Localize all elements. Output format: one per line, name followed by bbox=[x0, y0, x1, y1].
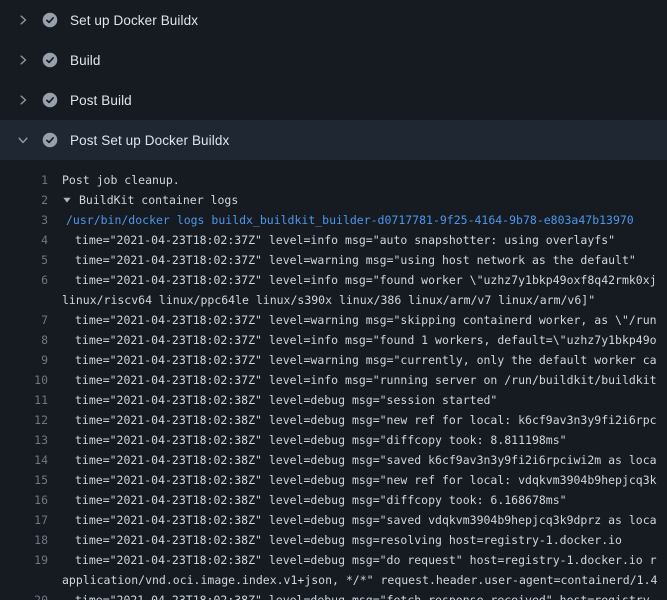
log-text: time="2021-04-23T18:02:37Z" level=info m… bbox=[62, 370, 667, 390]
line-number[interactable]: 9 bbox=[0, 350, 48, 370]
step-title: Post Build bbox=[70, 93, 132, 108]
log-row: 13 time="2021-04-23T18:02:38Z" level=debu… bbox=[0, 430, 667, 450]
log-text: time="2021-04-23T18:02:37Z" level=info m… bbox=[62, 230, 667, 250]
log-row: 20 time="2021-04-23T18:02:38Z" level=debu… bbox=[0, 590, 667, 600]
log-row: 15 time="2021-04-23T18:02:38Z" level=debu… bbox=[0, 470, 667, 490]
line-number[interactable]: 8 bbox=[0, 330, 48, 350]
triangle-down-icon bbox=[62, 195, 72, 205]
log-text: time="2021-04-23T18:02:38Z" level=debug … bbox=[62, 490, 667, 510]
log-row: 9 time="2021-04-23T18:02:37Z" level=warni… bbox=[0, 350, 667, 370]
line-number[interactable]: 6 bbox=[0, 270, 48, 290]
log-text: time="2021-04-23T18:02:37Z" level=warnin… bbox=[62, 250, 667, 270]
log-text: Post job cleanup. bbox=[62, 170, 667, 190]
step-header-1[interactable]: Build bbox=[0, 40, 667, 80]
log-text: application/vnd.oci.image.index.v1+json,… bbox=[62, 570, 667, 590]
line-number[interactable]: 4 bbox=[0, 230, 48, 250]
log-row: 17 time="2021-04-23T18:02:38Z" level=debu… bbox=[0, 510, 667, 530]
log-group-toggle[interactable]: BuildKit container logs bbox=[62, 190, 667, 210]
log-row: 8 time="2021-04-23T18:02:37Z" level=info … bbox=[0, 330, 667, 350]
check-circle-icon bbox=[42, 52, 58, 68]
log-text: time="2021-04-23T18:02:38Z" level=debug … bbox=[62, 590, 667, 600]
log-row: 11 time="2021-04-23T18:02:38Z" level=debu… bbox=[0, 390, 667, 410]
actions-log-viewer: Set up Docker Buildx Build Post Build Post … bbox=[0, 0, 667, 600]
command-text: /usr/bin/docker logs buildx_buildkit_bui… bbox=[62, 210, 667, 230]
log-row: 10 time="2021-04-23T18:02:37Z" level=info… bbox=[0, 370, 667, 390]
log-row: 6 time="2021-04-23T18:02:37Z" level=info … bbox=[0, 270, 667, 290]
line-number[interactable]: 16 bbox=[0, 490, 48, 510]
line-number[interactable]: 19 bbox=[0, 550, 48, 570]
line-number[interactable]: 11 bbox=[0, 390, 48, 410]
log-text: time="2021-04-23T18:02:38Z" level=debug … bbox=[62, 450, 667, 470]
line-number[interactable]: 13 bbox=[0, 430, 48, 450]
log-text: time="2021-04-23T18:02:38Z" level=debug … bbox=[62, 510, 667, 530]
chevron-down-icon bbox=[16, 134, 30, 146]
step-header-0[interactable]: Set up Docker Buildx bbox=[0, 0, 667, 40]
line-number[interactable]: 12 bbox=[0, 410, 48, 430]
log-row: 19 time="2021-04-23T18:02:38Z" level=debu… bbox=[0, 550, 667, 570]
chevron-right-icon bbox=[16, 54, 30, 66]
line-number[interactable]: 15 bbox=[0, 470, 48, 490]
log-row: 3/usr/bin/docker logs buildx_buildkit_bu… bbox=[0, 210, 667, 230]
line-number[interactable]: 10 bbox=[0, 370, 48, 390]
step-title: Post Set up Docker Buildx bbox=[70, 133, 229, 148]
line-number bbox=[0, 570, 48, 590]
line-number[interactable]: 14 bbox=[0, 450, 48, 470]
log-text: time="2021-04-23T18:02:37Z" level=info m… bbox=[62, 270, 667, 290]
log-text: time="2021-04-23T18:02:38Z" level=debug … bbox=[62, 530, 667, 550]
log-row: linux/riscv64 linux/ppc64le linux/s390x … bbox=[0, 290, 667, 310]
check-circle-icon bbox=[42, 92, 58, 108]
chevron-right-icon bbox=[16, 94, 30, 106]
line-number bbox=[0, 290, 48, 310]
log-text: linux/riscv64 linux/ppc64le linux/s390x … bbox=[62, 290, 667, 310]
log-row: 16 time="2021-04-23T18:02:38Z" level=debu… bbox=[0, 490, 667, 510]
step-header-2[interactable]: Post Build bbox=[0, 80, 667, 120]
step-title: Set up Docker Buildx bbox=[70, 13, 198, 28]
line-number[interactable]: 20 bbox=[0, 590, 48, 600]
log-row: application/vnd.oci.image.index.v1+json,… bbox=[0, 570, 667, 590]
line-number[interactable]: 7 bbox=[0, 310, 48, 330]
check-circle-icon bbox=[42, 12, 58, 28]
line-number[interactable]: 18 bbox=[0, 530, 48, 550]
line-number[interactable]: 1 bbox=[0, 170, 48, 190]
log-row: 4 time="2021-04-23T18:02:37Z" level=info … bbox=[0, 230, 667, 250]
log-row: 12 time="2021-04-23T18:02:38Z" level=debu… bbox=[0, 410, 667, 430]
log-lines: 1 Post job cleanup. 2 BuildKit container lo… bbox=[0, 160, 667, 600]
log-row: 18 time="2021-04-23T18:02:38Z" level=debu… bbox=[0, 530, 667, 550]
step-list: Set up Docker Buildx Build Post Build Post … bbox=[0, 0, 667, 160]
log-row: 5 time="2021-04-23T18:02:37Z" level=warni… bbox=[0, 250, 667, 270]
group-label: BuildKit container logs bbox=[79, 190, 238, 210]
log-row: 1 Post job cleanup. bbox=[0, 170, 667, 190]
log-text: time="2021-04-23T18:02:37Z" level=warnin… bbox=[62, 310, 667, 330]
log-row: 7 time="2021-04-23T18:02:37Z" level=warni… bbox=[0, 310, 667, 330]
log-text: time="2021-04-23T18:02:38Z" level=debug … bbox=[62, 390, 667, 410]
log-text: time="2021-04-23T18:02:38Z" level=debug … bbox=[62, 550, 667, 570]
log-text: time="2021-04-23T18:02:37Z" level=warnin… bbox=[62, 350, 667, 370]
log-text: time="2021-04-23T18:02:38Z" level=debug … bbox=[62, 410, 667, 430]
check-circle-icon bbox=[42, 132, 58, 148]
line-number[interactable]: 3 bbox=[0, 210, 48, 230]
log-row: 14 time="2021-04-23T18:02:38Z" level=debu… bbox=[0, 450, 667, 470]
chevron-right-icon bbox=[16, 14, 30, 26]
log-text: time="2021-04-23T18:02:38Z" level=debug … bbox=[62, 470, 667, 490]
line-number[interactable]: 2 bbox=[0, 190, 48, 210]
step-header-3[interactable]: Post Set up Docker Buildx bbox=[0, 120, 667, 160]
line-number[interactable]: 5 bbox=[0, 250, 48, 270]
line-number[interactable]: 17 bbox=[0, 510, 48, 530]
log-row: 2 BuildKit container logs bbox=[0, 190, 667, 210]
log-text: time="2021-04-23T18:02:37Z" level=info m… bbox=[62, 330, 667, 350]
log-text: time="2021-04-23T18:02:38Z" level=debug … bbox=[62, 430, 667, 450]
step-title: Build bbox=[70, 53, 101, 68]
